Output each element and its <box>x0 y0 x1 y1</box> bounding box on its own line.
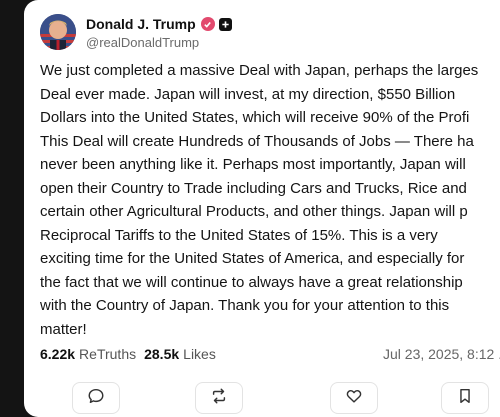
author-name[interactable]: Donald J. Trump <box>86 16 196 32</box>
post-card: Donald J. Trump @realDonaldTrump We just… <box>24 0 500 417</box>
bookmark-button[interactable] <box>441 382 489 414</box>
retruth-button[interactable] <box>195 382 243 414</box>
retruths-label: ReTruths <box>79 346 137 362</box>
post-line: We just completed a massive Deal with Ja… <box>40 62 479 79</box>
post-line: never been anything like it. Perhaps mos… <box>40 156 466 173</box>
bookmark-icon <box>456 387 474 410</box>
retruths-count: 6.22k <box>40 346 76 362</box>
action-bar <box>24 376 500 417</box>
plus-icon <box>218 17 232 31</box>
post-line: Dollars into the United States, which wi… <box>40 109 470 126</box>
post-line: Reciprocal Tariffs to the United States … <box>40 226 438 244</box>
post-line: Deal ever made. Japan will invest, at my… <box>40 85 456 103</box>
post-header: Donald J. Trump @realDonaldTrump <box>40 14 232 50</box>
like-button[interactable] <box>330 382 378 414</box>
verified-icon <box>200 17 215 31</box>
likes-label: Likes <box>183 346 216 362</box>
reply-button[interactable] <box>72 382 120 414</box>
post-line: the fact that we will continue to always… <box>40 273 463 291</box>
author-handle[interactable]: @realDonaldTrump <box>86 35 232 50</box>
likes-count: 28.5k <box>144 346 180 362</box>
retruths-stat[interactable]: 6.22k ReTruths <box>40 346 136 362</box>
post-line: with the Country of Japan. Thank you for… <box>40 297 450 314</box>
avatar[interactable] <box>40 14 76 50</box>
post-line: This Deal will create Hundreds of Thousa… <box>40 132 474 150</box>
post-line: matter! <box>40 320 87 338</box>
post-line: certain other Agricultural Products, and… <box>40 203 468 220</box>
reply-icon <box>87 387 105 410</box>
post-line: exciting time for the United States of A… <box>40 250 465 267</box>
post-body: We just completed a massive Deal with Ja… <box>40 59 500 341</box>
likes-stat[interactable]: 28.5k Likes <box>144 346 216 362</box>
like-icon <box>345 387 363 410</box>
post-timestamp[interactable]: Jul 23, 2025, 8:12 . <box>383 346 500 362</box>
retruth-icon <box>210 387 228 410</box>
post-stats: 6.22k ReTruths 28.5k Likes Jul 23, 2025, 8… <box>40 346 500 362</box>
post-line: open their Country to Trade including Ca… <box>40 179 467 197</box>
